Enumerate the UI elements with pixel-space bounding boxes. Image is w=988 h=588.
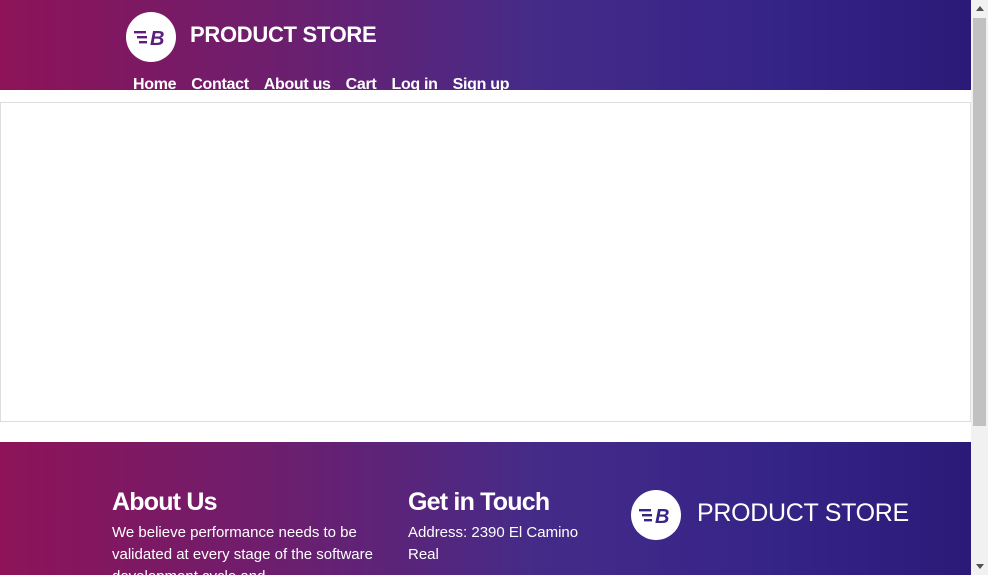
footer-brand-name: PRODUCT STORE <box>697 499 909 527</box>
vertical-scrollbar[interactable] <box>971 0 988 575</box>
store-logo-icon[interactable]: B <box>126 12 176 62</box>
about-us-text: We believe performance needs to be valid… <box>112 524 373 585</box>
nav-home[interactable]: Home <box>133 76 177 90</box>
get-in-touch-heading: Get in Touch <box>408 488 550 516</box>
scroll-up-icon[interactable] <box>971 0 988 17</box>
contact-address: Address: 2390 El Camino Real <box>408 524 579 563</box>
site-footer: About Us We believe performance needs to… <box>0 442 971 585</box>
brand-name[interactable]: PRODUCT STORE <box>190 22 377 48</box>
nav-contact[interactable]: Contact <box>191 76 249 90</box>
scroll-down-icon[interactable] <box>971 558 988 575</box>
scroll-thumb[interactable] <box>973 18 986 426</box>
svg-text:B: B <box>150 28 164 50</box>
nav-cart[interactable]: Cart <box>346 76 377 90</box>
about-us-heading: About Us <box>112 488 218 516</box>
svg-text:B: B <box>655 506 669 528</box>
main-nav: Home Contact About us Cart Log in Sign u… <box>133 76 524 90</box>
carousel-area <box>0 102 971 422</box>
footer-logo-icon: B <box>631 490 681 540</box>
site-header: B PRODUCT STORE Home Contact About us Ca… <box>0 0 971 90</box>
nav-about-us[interactable]: About us <box>264 76 331 90</box>
nav-log-in[interactable]: Log in <box>391 76 437 90</box>
nav-sign-up[interactable]: Sign up <box>453 76 510 90</box>
